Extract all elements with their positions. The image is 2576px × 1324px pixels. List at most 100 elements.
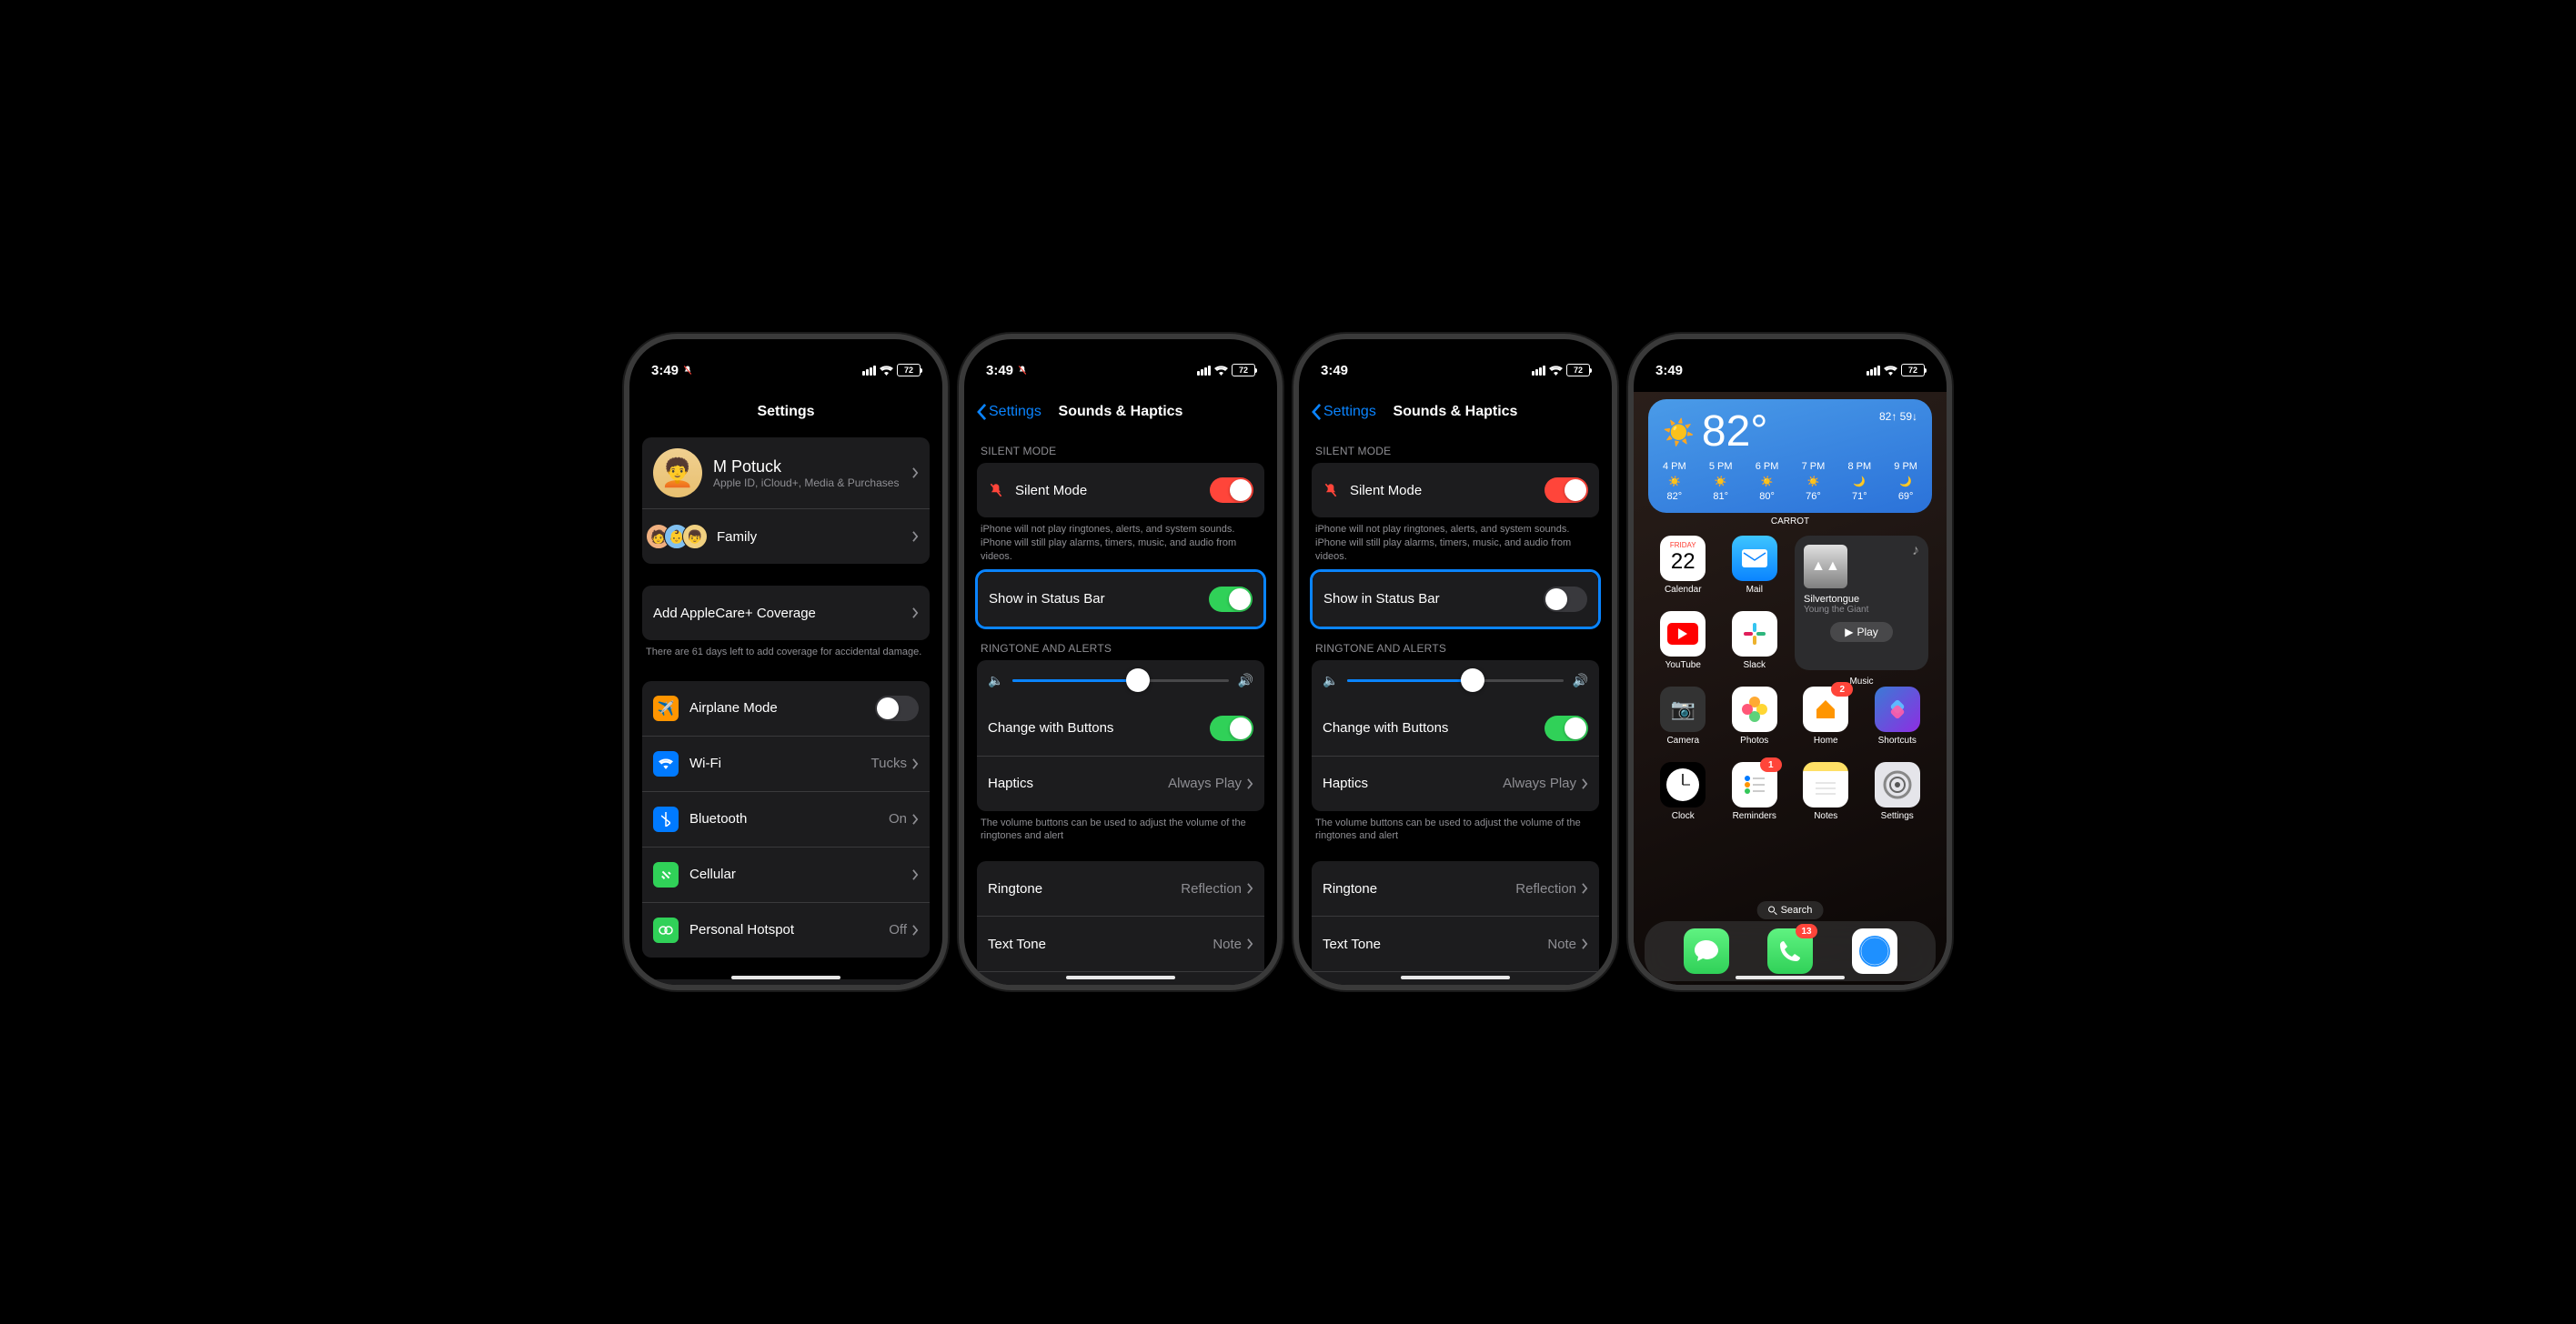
- phone-home-screen: 3:49 72 ☀️ 82° 82↑ 59↓ 4 PM☀️82° 5 PM☀️8…: [1634, 339, 1947, 985]
- ringtone-alerts-header: RINGTONE AND ALERTS: [981, 642, 1261, 655]
- notifications-row[interactable]: Notifications: [642, 979, 930, 985]
- family-row[interactable]: 🧑 👶 👦 Family: [642, 508, 930, 564]
- chevron-right-icon: [912, 607, 919, 618]
- volume-high-icon: 🔊: [1573, 673, 1588, 688]
- volume-slider-row[interactable]: 🔈 🔊: [1312, 660, 1599, 701]
- app-notes[interactable]: Notes: [1795, 762, 1857, 821]
- battery-icon: 72: [1566, 364, 1590, 376]
- app-calendar[interactable]: FRIDAY22 Calendar: [1652, 536, 1715, 595]
- weather-widget[interactable]: ☀️ 82° 82↑ 59↓ 4 PM☀️82° 5 PM☀️81° 6 PM☀…: [1648, 399, 1932, 513]
- app-mail[interactable]: Mail: [1724, 536, 1786, 595]
- ringtone-row[interactable]: RingtoneReflection: [977, 861, 1264, 916]
- silent-bell-icon: [1017, 365, 1028, 376]
- back-button[interactable]: Settings: [1312, 404, 1376, 420]
- hotspot-row[interactable]: Personal Hotspot Off: [642, 902, 930, 958]
- volume-footer: The volume buttons can be used to adjust…: [981, 817, 1261, 844]
- family-avatars: 🧑 👶 👦: [653, 524, 708, 549]
- bluetooth-icon: [653, 807, 679, 832]
- silent-mode-header: SILENT MODE: [1315, 445, 1595, 457]
- app-home[interactable]: 2 Home: [1795, 687, 1857, 746]
- phone-icon: [1778, 939, 1802, 963]
- text-tone-row[interactable]: Text ToneNote: [1312, 916, 1599, 971]
- profile-name: M Potuck: [713, 457, 912, 476]
- back-button[interactable]: Settings: [977, 404, 1041, 420]
- music-widget-label: Music: [1795, 677, 1928, 687]
- cellular-row[interactable]: Cellular: [642, 847, 930, 902]
- chevron-right-icon: [912, 925, 919, 936]
- phone-sounds-haptics-off: 3:49 72 Settings Sounds & Haptics SILENT…: [1299, 339, 1612, 985]
- chevron-right-icon: [912, 758, 919, 769]
- show-status-bar-toggle[interactable]: [1544, 587, 1587, 612]
- chevron-right-icon: [1582, 883, 1588, 894]
- change-with-buttons-row[interactable]: Change with Buttons: [1312, 701, 1599, 756]
- app-clock[interactable]: Clock: [1652, 762, 1715, 821]
- signal-icon: [862, 366, 876, 376]
- settings-icon: [1875, 762, 1920, 807]
- status-time: 3:49: [1321, 363, 1348, 378]
- app-settings[interactable]: Settings: [1867, 762, 1929, 821]
- show-status-bar-row[interactable]: Show in Status Bar: [978, 572, 1263, 627]
- silent-mode-row[interactable]: Silent Mode: [1312, 463, 1599, 517]
- battery-icon: 72: [897, 364, 921, 376]
- text-tone-row[interactable]: Text ToneNote: [977, 916, 1264, 971]
- volume-slider[interactable]: [1347, 679, 1563, 682]
- ringtone-alerts-header: RINGTONE AND ALERTS: [1315, 642, 1595, 655]
- dock-phone[interactable]: 13: [1767, 928, 1813, 974]
- airplane-mode-row[interactable]: ✈️ Airplane Mode: [642, 681, 930, 736]
- dock: 13: [1645, 921, 1936, 981]
- show-status-bar-highlight: Show in Status Bar: [975, 569, 1266, 629]
- bluetooth-row[interactable]: Bluetooth On: [642, 791, 930, 847]
- dynamic-island: [1405, 350, 1505, 377]
- silent-mode-toggle[interactable]: [1545, 477, 1588, 503]
- volume-footer: The volume buttons can be used to adjust…: [1315, 817, 1595, 844]
- phone-settings-root: 3:49 72 Settings 🧑‍🦱 M Potuck Apple ID, …: [629, 339, 942, 985]
- ringtone-row[interactable]: RingtoneReflection: [1312, 861, 1599, 916]
- haptics-row[interactable]: Haptics Always Play: [977, 756, 1264, 811]
- music-album-art: ▲▲: [1804, 545, 1847, 588]
- dynamic-island: [1740, 350, 1840, 377]
- slack-icon: [1742, 621, 1767, 647]
- photos-icon: [1732, 687, 1777, 732]
- music-play-button[interactable]: ▶ Play: [1830, 622, 1893, 642]
- app-youtube[interactable]: YouTube: [1652, 611, 1715, 670]
- music-track-title: Silvertongue: [1804, 594, 1919, 605]
- app-photos[interactable]: Photos: [1724, 687, 1786, 746]
- dock-messages[interactable]: [1684, 928, 1729, 974]
- wifi-row[interactable]: Wi-Fi Tucks: [642, 736, 930, 791]
- home-indicator[interactable]: [1401, 976, 1510, 979]
- silent-bell-icon: [682, 365, 693, 376]
- change-with-buttons-row[interactable]: Change with Buttons: [977, 701, 1264, 756]
- dock-safari[interactable]: [1852, 928, 1897, 974]
- chevron-right-icon: [1582, 938, 1588, 949]
- app-camera[interactable]: 📷 Camera: [1652, 687, 1715, 746]
- change-with-buttons-toggle[interactable]: [1545, 716, 1588, 741]
- app-reminders[interactable]: 1 Reminders: [1724, 762, 1786, 821]
- page-title: Sounds & Haptics: [1059, 404, 1183, 420]
- music-widget[interactable]: ♪ ▲▲ Silvertongue Young the Giant ▶ Play…: [1795, 536, 1928, 670]
- home-indicator[interactable]: [1736, 976, 1845, 979]
- show-status-bar-highlight: Show in Status Bar: [1310, 569, 1601, 629]
- wifi-settings-icon: [653, 751, 679, 777]
- chevron-right-icon: [1582, 778, 1588, 789]
- haptics-row[interactable]: Haptics Always Play: [1312, 756, 1599, 811]
- app-shortcuts[interactable]: Shortcuts: [1867, 687, 1929, 746]
- search-pill[interactable]: Search: [1757, 901, 1824, 919]
- show-status-bar-row[interactable]: Show in Status Bar: [1313, 572, 1598, 627]
- silent-mode-toggle[interactable]: [1210, 477, 1253, 503]
- home-indicator[interactable]: [1066, 976, 1175, 979]
- home-indicator[interactable]: [731, 976, 840, 979]
- volume-slider-row[interactable]: 🔈 🔊: [977, 660, 1264, 701]
- hotspot-icon: [653, 918, 679, 943]
- show-status-bar-toggle[interactable]: [1209, 587, 1253, 612]
- sun-icon: ☀️: [1663, 417, 1695, 447]
- volume-slider[interactable]: [1012, 679, 1228, 682]
- app-slack[interactable]: Slack: [1724, 611, 1786, 670]
- applecare-footer: There are 61 days left to add coverage f…: [646, 646, 926, 659]
- change-with-buttons-toggle[interactable]: [1210, 716, 1253, 741]
- chevron-right-icon: [1247, 883, 1253, 894]
- mail-icon: [1742, 549, 1767, 567]
- applecare-row[interactable]: Add AppleCare+ Coverage: [642, 586, 930, 640]
- silent-mode-row[interactable]: Silent Mode: [977, 463, 1264, 517]
- airplane-toggle[interactable]: [875, 696, 919, 721]
- apple-id-row[interactable]: 🧑‍🦱 M Potuck Apple ID, iCloud+, Media & …: [642, 437, 930, 508]
